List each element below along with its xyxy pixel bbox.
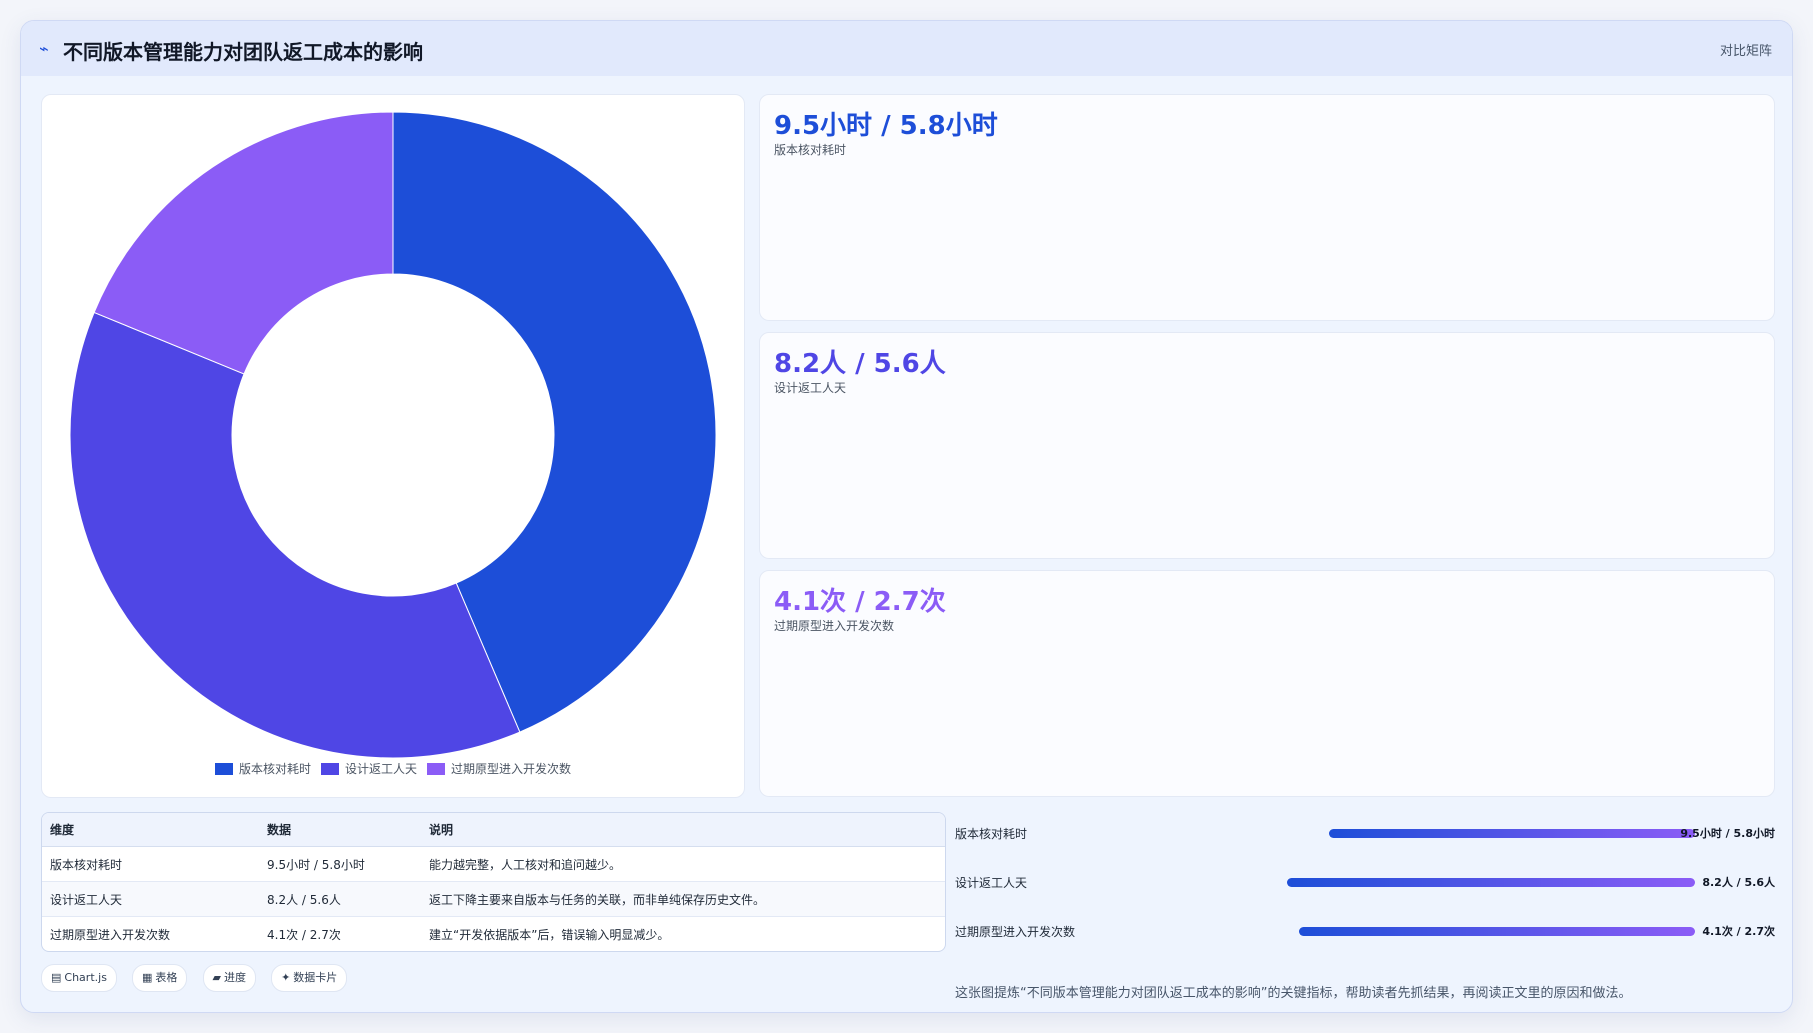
chart-legend: 版本核对耗时 设计返工人天 过期原型进入开发次数 [42,760,744,777]
legend-label: 设计返工人天 [344,762,417,776]
progress-bar [1287,878,1695,887]
table-cell: 设计返工人天 [42,881,259,917]
progress-label: 版本核对耗时 [955,827,1028,841]
progress-value: 8.2人 / 5.6人 [1702,876,1775,889]
table-cell: 版本核对耗时 [42,846,259,882]
donut-chart-card: 版本核对耗时 设计返工人天 过期原型进入开发次数 [41,94,745,798]
chip-label: 数据卡片 [293,971,338,984]
table-cell: 能力越完整，人工核对和追问越少。 [421,846,945,882]
table-row: 设计返工人天 8.2人 / 5.6人 返工下降主要来自版本与任务的关联，而非单纯… [42,881,945,917]
legend-item[interactable]: 版本核对耗时 [214,760,311,777]
chip-table[interactable]: ▦ 表格 [132,964,188,992]
legend-label: 版本核对耗时 [238,762,311,776]
table-cell: 建立“开发依据版本”后，错误输入明显减少。 [429,927,670,942]
table-cell: 9.5小时 / 5.8小时 [259,846,421,882]
table-header-row: 维度 数据 说明 [42,813,945,847]
chip-chartjs[interactable]: ▤ Chart.js [41,964,117,992]
kpi-value: 9.5小时 / 5.8小时 [774,111,998,141]
legend-swatch [214,763,233,775]
chart-icon: ▤ [51,971,62,984]
legend-swatch [427,763,445,775]
table-cell: 过期原型进入开发次数 [50,927,171,942]
legend-label: 过期原型进入开发次数 [451,762,572,776]
kpi-label: 版本核对耗时 [774,143,847,157]
table-cell: 4.1次 / 2.7次 [267,927,341,942]
page-title: 不同版本管理能力对团队返工成本的影响 [63,40,423,64]
kpi-card: 8.2人 / 5.6人 设计返工人天 [759,332,1775,559]
header-bar: ⌁ 不同版本管理能力对团队返工成本的影响 对比矩阵 [21,21,1792,76]
sparkle-icon: ✦ [281,971,291,984]
kpi-card: 4.1次 / 2.7次 过期原型进入开发次数 [759,570,1775,797]
donut-slice[interactable] [69,311,521,759]
chip-label: Chart.js [64,971,107,984]
table-row: 过期原型进入开发次数 4.1次 / 2.7次 建立“开发依据版本”后，错误输入明… [42,917,945,952]
progress-row: 设计返工人天 8.2人 / 5.6人 [955,870,1775,919]
progress-bar [1329,829,1695,838]
trend-icon: ⌁ [39,39,49,58]
dashboard-frame: ⌁ 不同版本管理能力对团队返工成本的影响 对比矩阵 版本核对耗时 设计返工人天 过期… [20,20,1793,1013]
legend-swatch [320,763,339,775]
table-icon: ▦ [142,971,153,984]
chip-data-card[interactable]: ✦ 数据卡片 [271,964,348,992]
progress-row: 版本核对耗时 9.5小时 / 5.8小时 [955,821,1775,870]
legend-item[interactable]: 设计返工人天 [320,760,417,777]
kpi-label: 设计返工人天 [774,381,847,395]
progress-row: 过期原型进入开发次数 4.1次 / 2.7次 [955,919,1775,968]
kpi-value: 4.1次 / 2.7次 [774,587,946,617]
table-row: 版本核对耗时 9.5小时 / 5.8小时 能力越完整，人工核对和追问越少。 [42,846,945,882]
kpi-value: 8.2人 / 5.6人 [774,349,946,379]
chip-label: 表格 [155,971,178,984]
progress-value: 4.1次 / 2.7次 [1702,925,1775,938]
chip-progress[interactable]: ▰ 进度 [202,964,256,992]
donut-chart [69,111,717,759]
kpi-label: 过期原型进入开发次数 [774,619,895,633]
chip-label: 进度 [223,971,246,984]
progress-icon: ▰ [212,971,221,984]
legend-item[interactable]: 过期原型进入开发次数 [427,760,571,777]
progress-value: 9.5小时 / 5.8小时 [1680,827,1775,840]
table-header-cell: 维度 [42,813,259,847]
view-tag: 对比矩阵 [1719,44,1772,59]
progress-bars: 版本核对耗时 9.5小时 / 5.8小时 设计返工人天 8.2人 / 5.6人 … [955,821,1775,968]
table-cell: 8.2人 / 5.6人 [259,881,421,917]
table-header-cell: 说明 [421,813,945,847]
table-cell: 返工下降主要来自版本与任务的关联，而非单纯保存历史文件。 [421,881,945,917]
table-header-cell: 数据 [259,813,421,847]
progress-label: 设计返工人天 [955,876,1028,890]
data-table: 维度 数据 说明 版本核对耗时 9.5小时 / 5.8小时 能力越完整，人工核对… [41,812,946,952]
feature-chips: ▤ Chart.js ▦ 表格 ▰ 进度 ✦ 数据卡片 [41,964,357,992]
summary-note: 这张图提炼“不同版本管理能力对团队返工成本的影响”的关键指标，帮助读者先抓结果，… [955,986,1632,1001]
kpi-card: 9.5小时 / 5.8小时 版本核对耗时 [759,94,1775,321]
progress-bar [1299,927,1695,936]
progress-label: 过期原型进入开发次数 [955,925,1076,939]
